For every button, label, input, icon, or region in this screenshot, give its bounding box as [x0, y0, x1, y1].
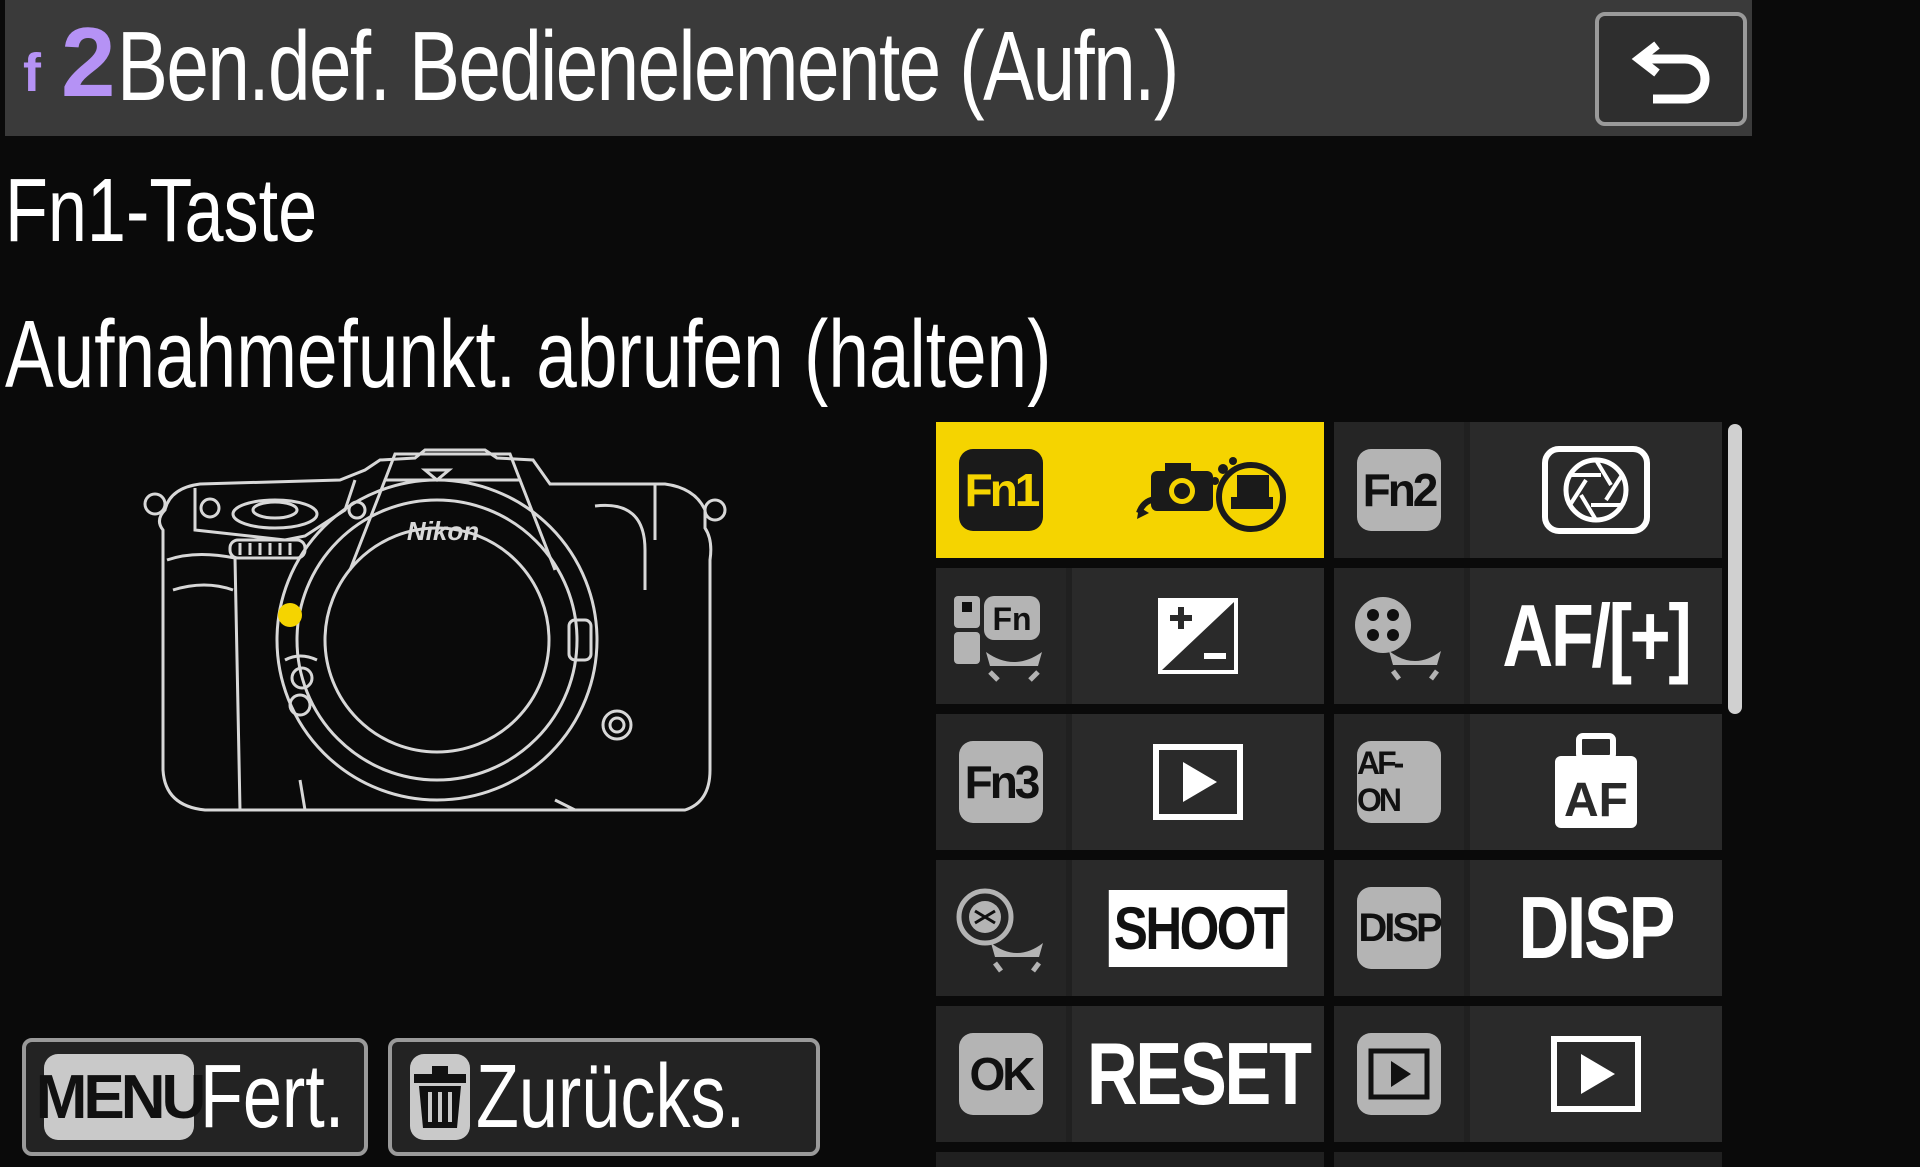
control-cell-playback[interactable]: [1334, 1006, 1722, 1142]
menu-code-number: 2: [61, 7, 116, 117]
control-cell-fn2[interactable]: Fn2: [1334, 422, 1722, 558]
control-cell-af-on[interactable]: AF-ON AF: [1334, 714, 1722, 850]
playback-button-icon: [1334, 1006, 1464, 1142]
control-cell-next[interactable]: [936, 1152, 1324, 1167]
fn3-badge: Fn3: [959, 741, 1043, 823]
menu-code-letter: f: [23, 43, 41, 103]
back-button[interactable]: [1595, 12, 1747, 126]
camera-brand: Nikon: [407, 516, 479, 546]
af-lock-icon: AF: [1470, 714, 1722, 850]
exposure-compensation-icon: [1072, 568, 1324, 704]
af-on-badge: AF-ON: [1357, 741, 1441, 823]
recall-shooting-functions-hold-icon: [1072, 422, 1324, 558]
confirm-button[interactable]: MENU Fert.: [22, 1038, 368, 1156]
control-cell-disp[interactable]: DISP DISP: [1334, 860, 1722, 996]
reset-label: Zurücks.: [476, 1046, 746, 1147]
reset-button[interactable]: Zurücks.: [388, 1038, 820, 1156]
control-cell-ok[interactable]: OK RESET: [936, 1006, 1324, 1142]
shoot-function: SHOOT: [1108, 889, 1288, 967]
scrollbar[interactable]: [1728, 424, 1742, 714]
menu-key-icon: MENU: [36, 1054, 206, 1140]
confirm-label: Fert.: [200, 1046, 345, 1147]
af-lock-label: AF: [1564, 774, 1628, 827]
control-cell-fn3[interactable]: Fn3: [936, 714, 1324, 850]
aperture-icon: [1470, 422, 1722, 558]
playback-icon: [1470, 1006, 1722, 1142]
control-cell-fn1[interactable]: Fn1: [936, 422, 1324, 558]
disp-badge: DISP: [1357, 887, 1443, 969]
setting-name: Fn1-Taste: [5, 161, 318, 261]
control-cell-next[interactable]: [1334, 1152, 1722, 1167]
fn1-button-highlight: [278, 603, 302, 627]
trash-icon: [410, 1054, 470, 1140]
control-cell-video-fn[interactable]: Fn: [936, 568, 1324, 704]
return-icon: [1631, 41, 1710, 104]
menu-code: f 2: [23, 7, 116, 117]
fn2-badge: Fn2: [1357, 449, 1441, 531]
control-assignment-grid: Fn1 Fn2 Fn AF/[+] Fn3 AF-ON AF SHOOT DIS…: [936, 422, 1724, 1167]
video-fn-button-icon: Fn: [936, 568, 1066, 704]
ok-badge: OK: [959, 1033, 1043, 1115]
setting-value: Aufnahmefunkt. abrufen (halten): [5, 301, 1052, 408]
shoot-dial-button-icon: [936, 860, 1066, 996]
camera-illustration: Nikon: [143, 448, 727, 812]
page-title: Ben.def. Bedienelemente (Aufn.): [117, 11, 1179, 121]
control-cell-video-dial[interactable]: AF/[+]: [1334, 568, 1722, 704]
video-dial-button-icon: [1334, 568, 1464, 704]
header-bar: f 2 Ben.def. Bedienelemente (Aufn.): [5, 0, 1752, 136]
control-cell-shoot-dial[interactable]: SHOOT: [936, 860, 1324, 996]
af-area-function: AF/[+]: [1502, 586, 1691, 685]
disp-function: DISP: [1518, 878, 1676, 977]
playback-icon: [1072, 714, 1324, 850]
fn1-badge: Fn1: [959, 449, 1043, 531]
video-fn-badge: Fn: [992, 601, 1031, 637]
reset-function: RESET: [1086, 1024, 1312, 1123]
